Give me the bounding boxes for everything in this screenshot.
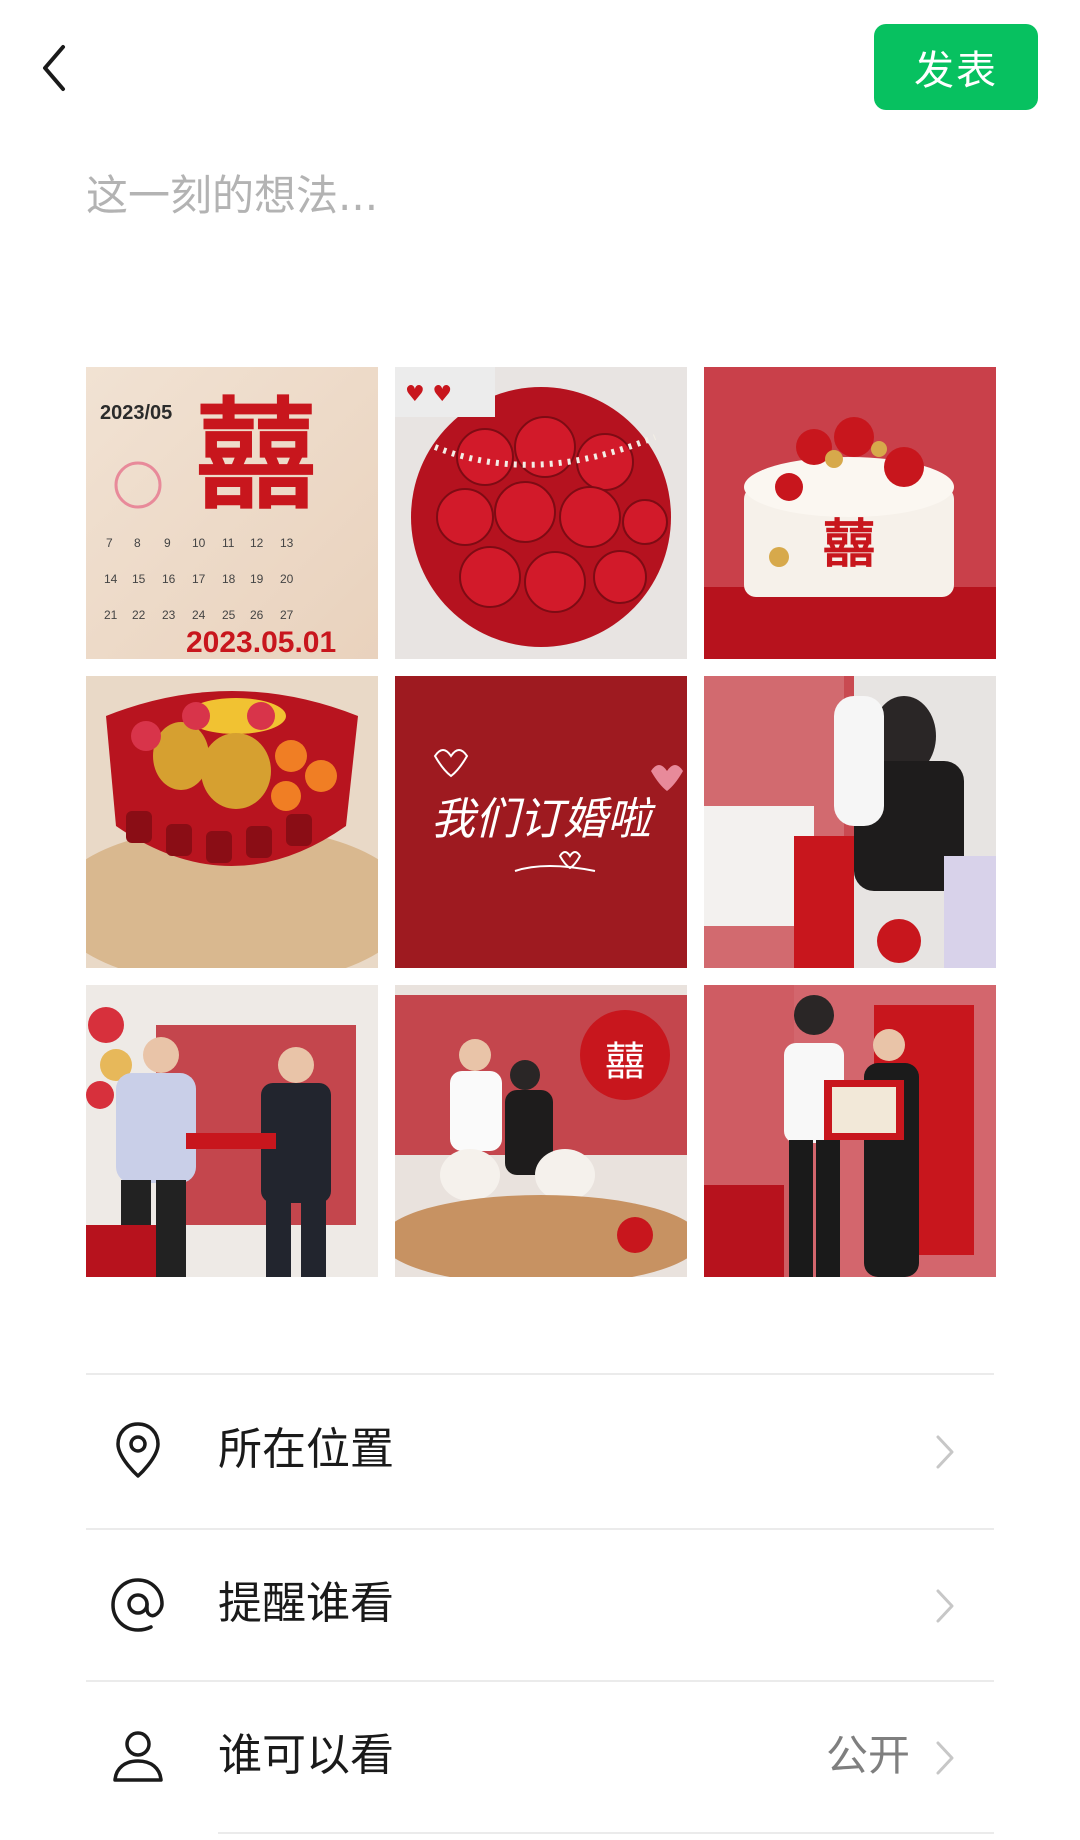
svg-text:15: 15 (132, 572, 146, 586)
menu-item-location[interactable]: 所在位置 (86, 1376, 994, 1526)
svg-text:26: 26 (250, 608, 264, 622)
location-pin-icon (116, 1422, 160, 1478)
chevron-right-icon (936, 1435, 954, 1469)
menu-item-visibility-value: 公开 (825, 1731, 910, 1780)
svg-text:11: 11 (222, 536, 235, 550)
photo-thumbnail-roses[interactable]: ♥ ♥ (395, 367, 687, 659)
svg-text:21: 21 (104, 608, 118, 622)
publish-button[interactable]: 发表 (874, 24, 1038, 110)
photo-thumbnail-calendar[interactable]: 2023/05 囍 7 8 9 10 11 12 13 14 15 16 17 18 19 20 21 2… (86, 367, 378, 659)
svg-text:13: 13 (280, 536, 294, 550)
svg-text:23: 23 (162, 608, 176, 622)
svg-text:18: 18 (222, 572, 236, 586)
menu-item-visibility-label: 谁可以看 (218, 1730, 394, 1781)
svg-text:20: 20 (280, 572, 294, 586)
svg-text:囍: 囍 (823, 514, 875, 575)
svg-text:12: 12 (250, 536, 264, 550)
svg-text:9: 9 (164, 536, 171, 550)
chevron-right-icon (936, 1589, 954, 1623)
svg-text:囍: 囍 (196, 385, 316, 526)
svg-text:7: 7 (106, 536, 113, 550)
photo-thumbnail-engagement-card[interactable]: 我们订婚啦 (395, 676, 687, 968)
photo-thumbnail-cake[interactable]: 囍 (704, 367, 996, 659)
svg-text:27: 27 (280, 608, 294, 622)
svg-text:囍: 囍 (605, 1039, 645, 1085)
photo-thumbnail-fruit[interactable] (86, 676, 378, 968)
photo-thumbnail-couple-certificate[interactable] (704, 985, 996, 1277)
menu-item-location-label: 所在位置 (218, 1424, 394, 1475)
person-icon (113, 1731, 163, 1782)
svg-text:♥ ♥: ♥ ♥ (405, 382, 452, 407)
photo-thumbnail-exchange[interactable] (86, 985, 378, 1277)
chevron-right-icon (936, 1741, 954, 1775)
svg-text:8: 8 (134, 536, 141, 550)
calendar-date-text: 2023.05.01 (186, 626, 336, 659)
menu-item-mention[interactable]: 提醒谁看 (86, 1530, 994, 1680)
svg-text:25: 25 (222, 608, 236, 622)
svg-text:14: 14 (104, 572, 118, 586)
chevron-left-icon (43, 45, 65, 91)
svg-text:24: 24 (192, 608, 206, 622)
svg-text:17: 17 (192, 572, 206, 586)
svg-text:22: 22 (132, 608, 146, 622)
menu-item-mention-label: 提醒谁看 (218, 1578, 394, 1629)
svg-text:10: 10 (192, 536, 206, 550)
svg-text:16: 16 (162, 572, 176, 586)
photo-thumbnail-signing[interactable] (704, 676, 996, 968)
menu-item-visibility[interactable]: 谁可以看 公开 (86, 1682, 994, 1832)
caption-input[interactable] (86, 160, 986, 230)
divider (86, 1373, 994, 1375)
calendar-month-text: 2023/05 (100, 402, 172, 424)
divider (218, 1832, 994, 1834)
photo-thumbnail-couple-seated[interactable]: 囍 (395, 985, 687, 1277)
engagement-card-text: 我们订婚啦 (431, 794, 656, 845)
at-sign-icon (111, 1578, 164, 1632)
svg-text:19: 19 (250, 572, 264, 586)
back-button[interactable] (30, 36, 78, 100)
photo-grid: 2023/05 囍 7 8 9 10 11 12 13 14 15 16 17 18 19 20 21 2… (86, 367, 996, 1277)
